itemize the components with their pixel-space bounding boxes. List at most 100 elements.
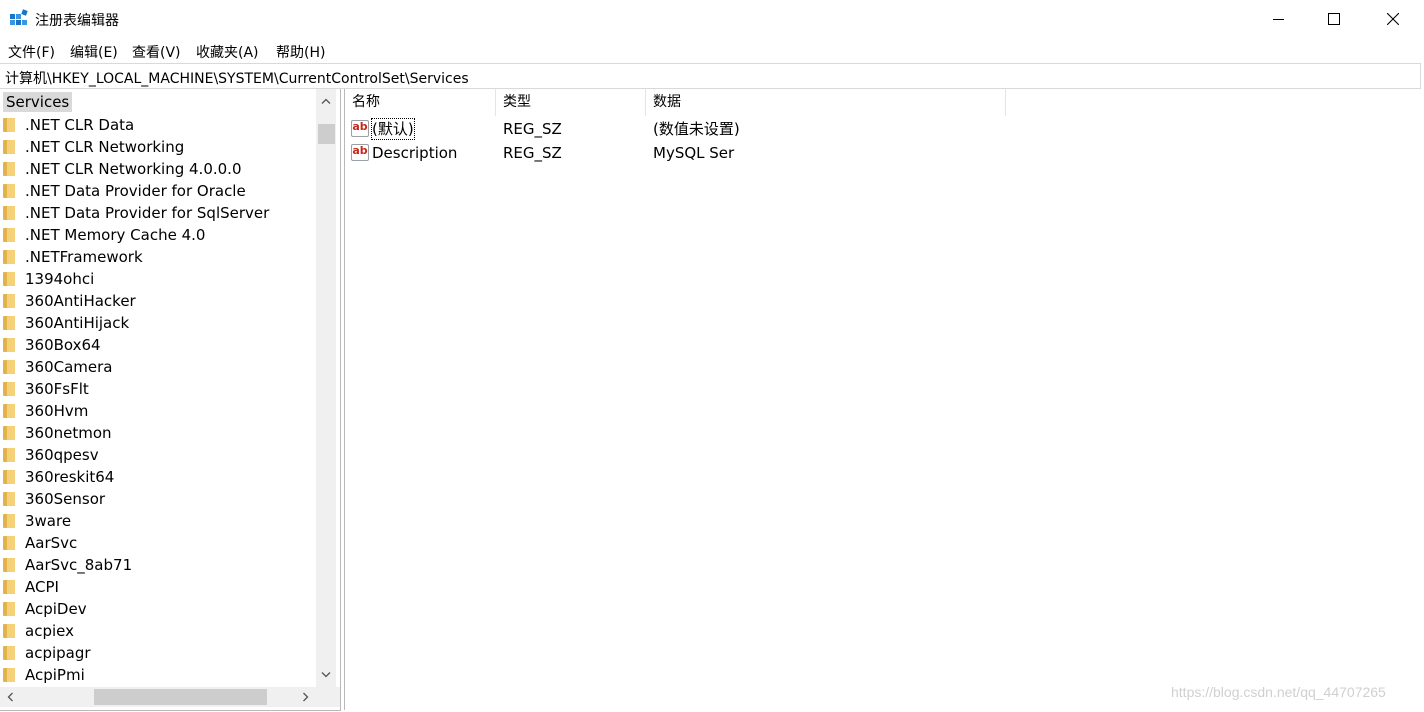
column-header-data[interactable]: 数据 (646, 89, 1006, 116)
tree-item-label[interactable]: .NET Data Provider for Oracle (25, 181, 246, 201)
vertical-scroll-thumb[interactable] (318, 124, 335, 144)
folder-icon (3, 294, 15, 308)
folder-icon (3, 404, 15, 418)
tree-item[interactable]: AarSvc (0, 532, 316, 554)
tree-item-label[interactable]: 360FsFlt (25, 379, 89, 399)
tree-item-label[interactable]: .NET Memory Cache 4.0 (25, 225, 205, 245)
tree-item-label[interactable]: 1394ohci (25, 269, 94, 289)
folder-icon (3, 140, 15, 154)
tree-item[interactable]: .NET CLR Data (0, 114, 316, 136)
menu-help[interactable]: 帮助(H) (276, 42, 325, 62)
tree-item[interactable]: 360Sensor (0, 488, 316, 510)
value-row-description[interactable]: ab Description REG_SZ MySQL Ser (345, 141, 1245, 165)
tree-item-label[interactable]: 3ware (25, 511, 71, 531)
minimize-button[interactable] (1250, 0, 1308, 38)
tree-item[interactable]: .NETFramework (0, 246, 316, 268)
scroll-left-button[interactable] (0, 687, 20, 707)
tree-item-label[interactable]: 360Sensor (25, 489, 105, 509)
tree-item-label[interactable]: .NET Data Provider for SqlServer (25, 203, 269, 223)
tree-horizontal-scrollbar[interactable] (0, 687, 316, 707)
tree-item-label[interactable]: AarSvc_8ab71 (25, 555, 132, 575)
tree-item[interactable]: 360Camera (0, 356, 316, 378)
value-name[interactable]: (默认) (371, 118, 415, 140)
folder-icon (3, 602, 15, 616)
values-pane: 名称 类型 数据 ab (默认) REG_SZ (数值未设置) ab Descr… (344, 89, 1421, 710)
menu-favorites[interactable]: 收藏夹(A) (196, 42, 259, 62)
folder-icon (3, 228, 15, 242)
tree-item[interactable]: .NET Memory Cache 4.0 (0, 224, 316, 246)
tree-item[interactable]: 360reskit64 (0, 466, 316, 488)
tree-item[interactable]: .NET CLR Networking 4.0.0.0 (0, 158, 316, 180)
tree-item-label[interactable]: 360AntiHacker (25, 291, 136, 311)
tree-item-label[interactable]: 360netmon (25, 423, 112, 443)
tree-item[interactable]: AcpiPmi (0, 664, 316, 686)
tree-item[interactable]: 360netmon (0, 422, 316, 444)
tree-item-label[interactable]: 360Hvm (25, 401, 88, 421)
menu-view[interactable]: 查看(V) (132, 42, 181, 62)
tree-item[interactable]: 360AntiHijack (0, 312, 316, 334)
tree-item-label[interactable]: AcpiPmi (25, 665, 85, 685)
scroll-right-button[interactable] (296, 687, 316, 707)
tree-item[interactable]: 360qpesv (0, 444, 316, 466)
tree-item[interactable]: 360AntiHacker (0, 290, 316, 312)
tree-list: .NET CLR Data .NET CLR Networking .NET CLR… (0, 114, 316, 686)
value-type: REG_SZ (503, 120, 562, 138)
column-header-type[interactable]: 类型 (496, 89, 646, 116)
address-bar[interactable]: 计算机\HKEY_LOCAL_MACHINE\SYSTEM\CurrentCon… (0, 63, 1421, 89)
tree-item[interactable]: .NET Data Provider for Oracle (0, 180, 316, 202)
column-header-name[interactable]: 名称 (345, 89, 496, 116)
folder-icon (3, 250, 15, 264)
tree-item[interactable]: 1394ohci (0, 268, 316, 290)
tree-item-label[interactable]: .NET CLR Networking 4.0.0.0 (25, 159, 242, 179)
tree-item[interactable]: acpiex (0, 620, 316, 642)
value-name[interactable]: Description (372, 143, 457, 163)
tree-item-label[interactable]: ACPI (25, 577, 59, 597)
tree-item[interactable]: .NET CLR Networking (0, 136, 316, 158)
tree-item[interactable]: ACPI (0, 576, 316, 598)
scroll-down-button[interactable] (316, 665, 336, 685)
menu-bar: 文件(F) 编辑(E) 查看(V) 收藏夹(A) 帮助(H) (0, 38, 1424, 62)
value-data: (数值未设置) (653, 120, 740, 138)
tree-vertical-scrollbar[interactable] (316, 89, 336, 687)
tree-item-label[interactable]: acpiex (25, 621, 74, 641)
folder-icon (3, 206, 15, 220)
horizontal-scroll-thumb[interactable] (94, 689, 267, 705)
maximize-button[interactable] (1305, 0, 1363, 38)
folder-icon (3, 514, 15, 528)
tree-item-label[interactable]: 360AntiHijack (25, 313, 129, 333)
folder-icon (3, 118, 15, 132)
tree-item-label[interactable]: .NET CLR Data (25, 115, 134, 135)
registry-editor-icon (10, 9, 28, 25)
tree-item[interactable]: acpipagr (0, 642, 316, 664)
menu-file[interactable]: 文件(F) (8, 42, 55, 62)
tree-item-label[interactable]: .NETFramework (25, 247, 143, 267)
close-button[interactable] (1364, 0, 1422, 38)
tree-item-label[interactable]: AarSvc (25, 533, 77, 553)
value-row-default[interactable]: ab (默认) REG_SZ (数值未设置) (345, 117, 1245, 141)
tree-item-label[interactable]: AcpiDev (25, 599, 87, 619)
tree-item-label[interactable]: 360Camera (25, 357, 113, 377)
menu-edit[interactable]: 编辑(E) (70, 42, 118, 62)
folder-icon (3, 272, 15, 286)
tree-item[interactable]: 360FsFlt (0, 378, 316, 400)
string-value-icon: ab (351, 120, 369, 137)
tree-selected-key[interactable]: Services (3, 92, 73, 112)
tree-item-label[interactable]: 360reskit64 (25, 467, 114, 487)
address-path[interactable]: 计算机\HKEY_LOCAL_MACHINE\SYSTEM\CurrentCon… (5, 68, 469, 88)
tree-item[interactable]: .NET Data Provider for SqlServer (0, 202, 316, 224)
tree-item[interactable]: AcpiDev (0, 598, 316, 620)
string-value-icon: ab (351, 144, 369, 161)
folder-icon (3, 536, 15, 550)
tree-item[interactable]: 3ware (0, 510, 316, 532)
tree-item-label[interactable]: 360Box64 (25, 335, 101, 355)
tree-item-label[interactable]: .NET CLR Networking (25, 137, 184, 157)
scroll-up-button[interactable] (316, 91, 336, 111)
chevron-left-icon (7, 692, 13, 702)
tree-item[interactable]: 360Box64 (0, 334, 316, 356)
folder-icon (3, 360, 15, 374)
tree-item[interactable]: AarSvc_8ab71 (0, 554, 316, 576)
title-bar: 注册表编辑器 (0, 0, 1424, 38)
tree-item[interactable]: 360Hvm (0, 400, 316, 422)
tree-item-label[interactable]: acpipagr (25, 643, 91, 663)
tree-item-label[interactable]: 360qpesv (25, 445, 99, 465)
